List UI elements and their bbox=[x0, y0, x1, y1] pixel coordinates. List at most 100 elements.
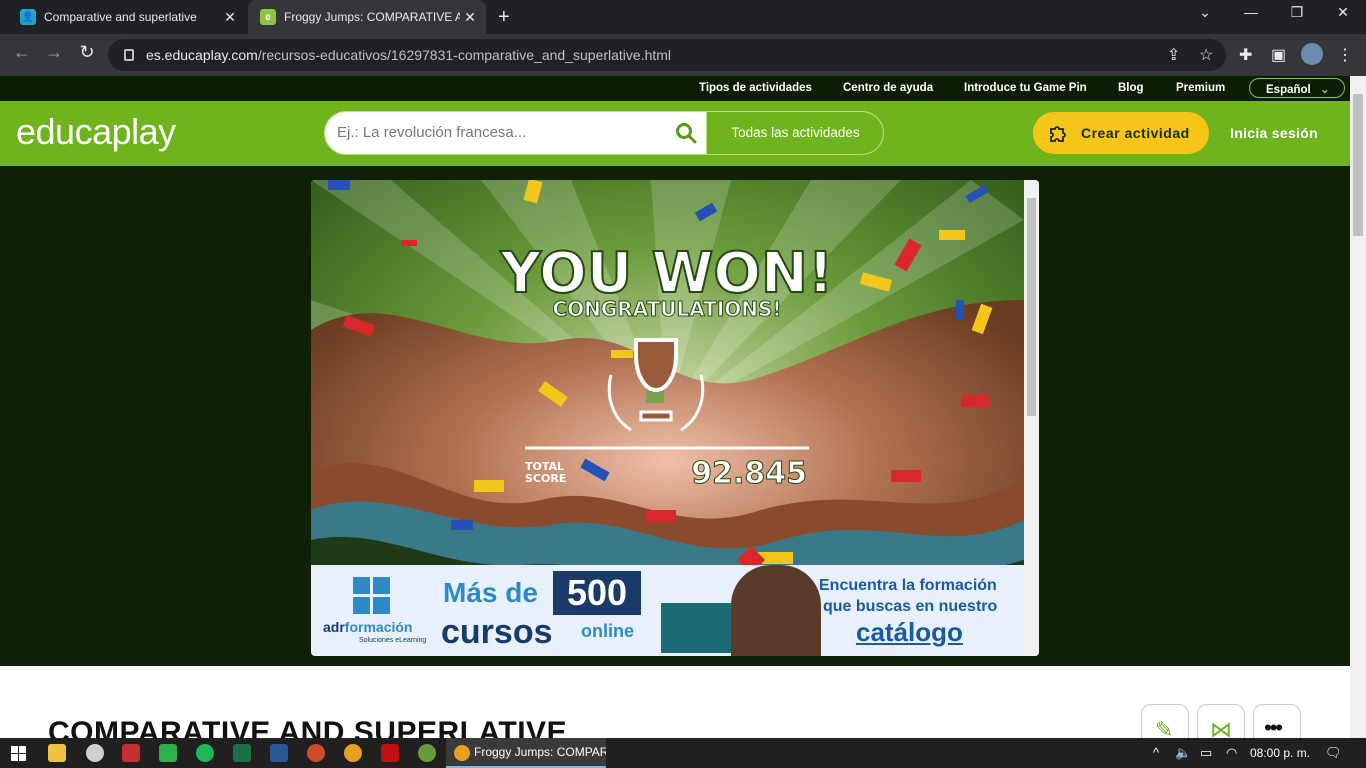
search-icon[interactable] bbox=[675, 122, 697, 144]
app-icon[interactable] bbox=[418, 744, 436, 762]
ad-mas-de: Más de bbox=[443, 577, 538, 608]
ad-person-photo bbox=[731, 565, 821, 656]
ad-banner[interactable]: adrformación Soluciones eLearning Más de… bbox=[311, 565, 1024, 656]
ad-brand-tagline: Soluciones eLearning bbox=[359, 637, 427, 644]
more-options-button[interactable]: ••• bbox=[1253, 704, 1301, 738]
bookmark-star-icon[interactable]: ☆ bbox=[1199, 45, 1213, 65]
file-explorer-icon[interactable] bbox=[48, 744, 66, 762]
menu-kebab-icon[interactable]: ⋮ bbox=[1337, 45, 1353, 65]
login-link[interactable]: Inicia sesión bbox=[1230, 125, 1318, 141]
forward-icon[interactable]: → bbox=[42, 42, 66, 63]
share-icon[interactable]: ⇪ bbox=[1167, 45, 1180, 65]
volume-icon[interactable]: 🔈 bbox=[1175, 745, 1191, 761]
puzzle-icon bbox=[1050, 126, 1066, 142]
close-tab-icon[interactable]: ✕ bbox=[220, 9, 240, 26]
ad-brand-adr: adr bbox=[323, 619, 345, 635]
ad-brand-formacion: formación bbox=[344, 619, 413, 635]
page-title: COMPARATIVE AND SUPERLATIVE bbox=[48, 716, 568, 738]
new-tab-icon[interactable]: + bbox=[498, 6, 510, 29]
extensions-icon[interactable]: ✚ bbox=[1239, 45, 1252, 65]
share-button[interactable]: ⋈ bbox=[1197, 704, 1245, 738]
game-scrollbar-thumb[interactable] bbox=[1027, 198, 1036, 416]
tab-froggy-jumps[interactable]: e Froggy Jumps: COMPARATIVE AND SUPERLAT… bbox=[248, 0, 486, 34]
profile-avatar[interactable] bbox=[1301, 43, 1323, 65]
windows-taskbar: Froggy Jumps: COMPARATIVE AND SUPERLATIV… bbox=[0, 738, 1366, 768]
share-nodes-icon: ⋈ bbox=[1210, 717, 1232, 738]
language-label: Español bbox=[1266, 84, 1311, 96]
battery-icon[interactable]: ▭ bbox=[1200, 745, 1212, 761]
chrome-icon[interactable] bbox=[344, 744, 362, 762]
address-bar[interactable]: es.educaplay.com /recursos-educativos/16… bbox=[108, 39, 1226, 71]
tray-chevron-up-icon[interactable]: ^ bbox=[1153, 745, 1159, 760]
chrome-icon bbox=[454, 745, 470, 761]
windows-start-icon[interactable] bbox=[11, 746, 27, 762]
ad-line-2: que buscas en nuestro bbox=[823, 598, 998, 615]
tab-search-icon[interactable]: ⌄ bbox=[1182, 4, 1228, 21]
game-frame[interactable]: YOU WON! CONGRATULATIONS! TOTAL SCORE 92… bbox=[311, 180, 1039, 656]
page-scrollbar[interactable] bbox=[1350, 76, 1366, 738]
tab-title: Froggy Jumps: COMPARATIVE AND SUPERLATIV… bbox=[284, 10, 460, 24]
total-score-value: 92.845 bbox=[691, 456, 807, 491]
search-scope-button[interactable]: Todas las actividades bbox=[706, 112, 883, 154]
running-app-title: Froggy Jumps: COMPARATIVE AND SUPERLATIV… bbox=[474, 745, 606, 759]
ad-cursos: cursos bbox=[441, 613, 553, 651]
winrar-icon[interactable] bbox=[122, 744, 140, 762]
ad-catalog-link[interactable]: catálogo bbox=[856, 617, 963, 648]
wifi-icon[interactable]: ◠ bbox=[1226, 745, 1237, 761]
notifications-icon[interactable]: 🗨 bbox=[1325, 745, 1342, 761]
page-scrollbar-thumb[interactable] bbox=[1353, 94, 1363, 236]
activity-info: COMPARATIVE AND SUPERLATIVE ✎ ⋈ ••• bbox=[0, 666, 1350, 738]
create-activity-button[interactable]: Crear actividad bbox=[1033, 112, 1209, 154]
acrobat-icon[interactable] bbox=[381, 744, 399, 762]
word-icon[interactable] bbox=[270, 744, 288, 762]
site-header: educaplay Ej.: La revolución francesa...… bbox=[0, 101, 1350, 166]
powerpoint-icon[interactable] bbox=[307, 744, 325, 762]
taskbar-clock[interactable]: 08:00 p. m. bbox=[1250, 746, 1310, 760]
search-bar: Ej.: La revolución francesa... Todas las… bbox=[324, 111, 884, 155]
game-stage: YOU WON! CONGRATULATIONS! TOTAL SCORE 92… bbox=[0, 166, 1350, 666]
nav-activity-types[interactable]: Tipos de actividades bbox=[699, 82, 812, 94]
nav-help-center[interactable]: Centro de ayuda bbox=[843, 82, 933, 94]
url-path: /recursos-educativos/16297831-comparativ… bbox=[257, 47, 672, 63]
side-panel-icon[interactable]: ▣ bbox=[1271, 45, 1286, 65]
score-label: SCORE bbox=[525, 472, 566, 485]
language-selector[interactable]: Español ⌄ bbox=[1249, 78, 1345, 98]
site-top-nav: Tipos de actividades Centro de ayuda Int… bbox=[0, 76, 1350, 101]
taskbar-running-chrome[interactable]: Froggy Jumps: COMPARATIVE AND SUPERLATIV… bbox=[446, 738, 606, 768]
search-input[interactable]: Ej.: La revolución francesa... bbox=[337, 124, 526, 141]
educaplay-logo[interactable]: educaplay bbox=[16, 111, 176, 153]
ad-online: online bbox=[581, 621, 634, 641]
qc-app-icon[interactable] bbox=[159, 744, 177, 762]
classroom-icon: 👤 bbox=[20, 9, 36, 25]
restore-icon[interactable]: ❐ bbox=[1274, 4, 1320, 21]
create-activity-label: Crear actividad bbox=[1081, 125, 1190, 141]
excel-icon[interactable] bbox=[233, 744, 251, 762]
ad-course-count: 500 bbox=[553, 571, 641, 615]
close-window-icon[interactable]: ✕ bbox=[1320, 4, 1366, 21]
close-tab-icon[interactable]: ✕ bbox=[460, 9, 480, 26]
nav-premium[interactable]: Premium bbox=[1176, 82, 1225, 94]
chevron-down-icon: ⌄ bbox=[1319, 84, 1330, 96]
lock-icon bbox=[124, 49, 134, 61]
tab-title: Comparative and superlative bbox=[44, 10, 197, 24]
url-host: es.educaplay.com bbox=[146, 47, 258, 63]
ad-laptop bbox=[661, 603, 731, 653]
educaplay-favicon-icon: e bbox=[260, 9, 276, 25]
game-scrollbar[interactable] bbox=[1024, 180, 1039, 656]
minimize-icon[interactable]: — bbox=[1228, 4, 1274, 20]
congratulations-text: CONGRATULATIONS! bbox=[552, 297, 781, 321]
spotify-icon[interactable] bbox=[196, 744, 214, 762]
ellipsis-icon: ••• bbox=[1264, 715, 1283, 738]
back-icon[interactable]: ← bbox=[10, 42, 34, 63]
browser-tab-strip: 👤 Comparative and superlative ✕ e Froggy… bbox=[0, 0, 1366, 34]
nav-blog[interactable]: Blog bbox=[1118, 82, 1144, 94]
browser-toolbar: ← → ↻ es.educaplay.com /recursos-educati… bbox=[0, 34, 1366, 76]
pencil-icon: ✎ bbox=[1155, 717, 1174, 738]
edit-button[interactable]: ✎ bbox=[1141, 704, 1189, 738]
app-icon[interactable] bbox=[86, 744, 104, 762]
reload-icon[interactable]: ↻ bbox=[75, 42, 99, 63]
nav-game-pin[interactable]: Introduce tu Game Pin bbox=[964, 82, 1087, 94]
tab-comparative[interactable]: 👤 Comparative and superlative ✕ bbox=[8, 0, 246, 34]
adr-logo-icon bbox=[353, 577, 391, 615]
ad-line-1: Encuentra la formación bbox=[819, 577, 997, 594]
